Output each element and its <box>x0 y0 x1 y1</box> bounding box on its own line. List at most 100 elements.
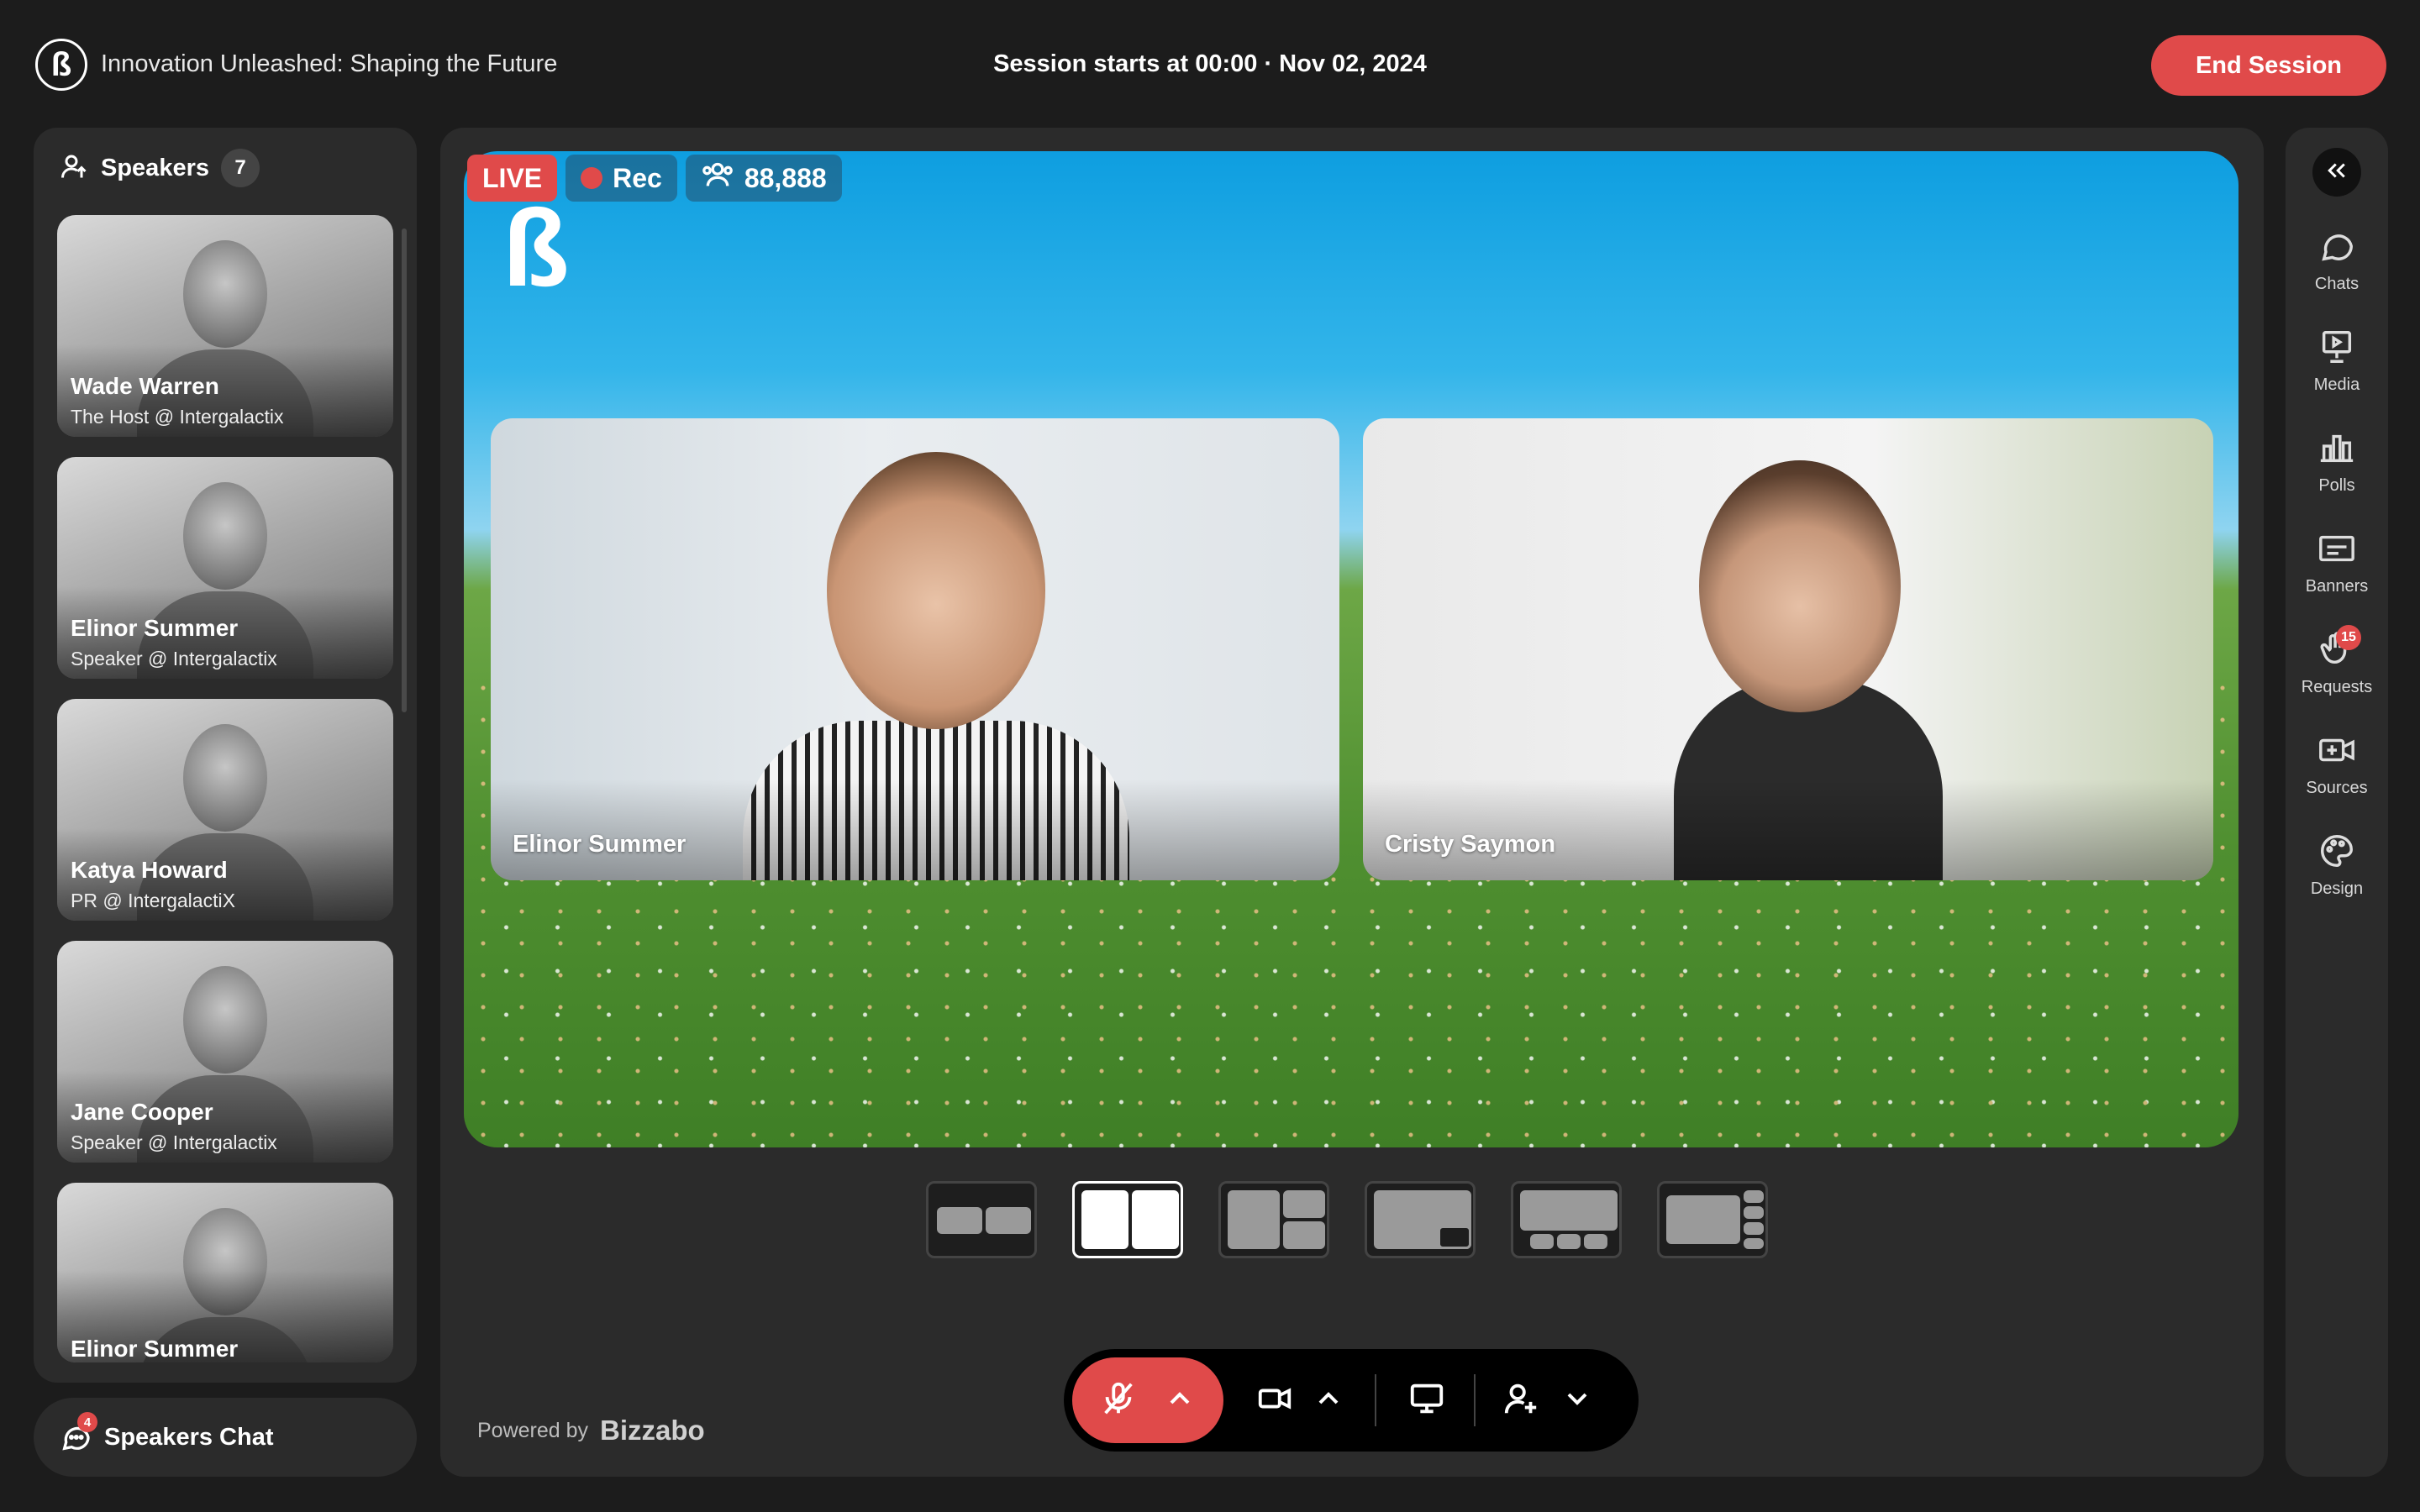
stage-brand-logo: ß <box>502 186 570 309</box>
layout-block <box>1081 1190 1128 1249</box>
layout-block <box>1132 1190 1179 1249</box>
powered-by-brand: Bizzabo <box>600 1415 705 1446</box>
layout-option-picture-in-picture[interactable] <box>1365 1181 1476 1258</box>
recording-label: Rec <box>613 162 662 193</box>
event-title: Innovation Unleashed: Shaping the Future <box>101 50 558 77</box>
speakers-title: Speakers <box>101 154 209 181</box>
share-screen-button[interactable] <box>1403 1357 1450 1443</box>
chat-unread-badge: 4 <box>77 1412 97 1432</box>
layout-option-spotlight-side[interactable] <box>1657 1181 1768 1258</box>
record-dot-icon <box>581 167 603 189</box>
users-icon <box>701 158 734 198</box>
camera-options[interactable] <box>1307 1357 1349 1443</box>
layout-block <box>986 1207 1031 1234</box>
tile-shade <box>1363 780 2213 880</box>
rail-item-sources[interactable]: Sources <box>2286 731 2388 798</box>
viewer-count: 88,888 <box>744 162 827 193</box>
speaker-name: Elinor Summer <box>71 1336 239 1362</box>
requests-badge: 15 <box>2336 625 2361 650</box>
participant-video-face <box>827 452 1045 729</box>
speaker-role: The Host @ Intergalactix <box>71 406 284 428</box>
video-camera-icon <box>1255 1379 1294 1422</box>
speaker-photo <box>183 966 267 1074</box>
rail-item-label: Requests <box>2301 678 2373 696</box>
speaker-role: Speaker @ Intergalactix <box>71 1131 277 1153</box>
rail-item-chats[interactable]: Chats <box>2286 227 2388 294</box>
control-separator <box>1474 1374 1476 1426</box>
layout-block <box>1666 1195 1740 1244</box>
layout-block <box>1228 1190 1280 1249</box>
layout-block <box>1744 1222 1764 1235</box>
rail-item-label: Sources <box>2306 779 2368 797</box>
chevron-up-icon <box>1312 1382 1345 1420</box>
speaker-name: Jane Cooper <box>71 1099 213 1125</box>
rail-item-design[interactable]: Design <box>2286 832 2388 899</box>
speaker-photo <box>183 240 267 348</box>
invite-options[interactable] <box>1556 1357 1598 1443</box>
app-logo: ß <box>35 39 87 91</box>
layout-block <box>1744 1206 1764 1219</box>
speaker-card[interactable]: Katya Howard PR @ IntergalactiX <box>57 699 393 921</box>
bar-chart-icon <box>2317 428 2356 471</box>
rail-item-media[interactable]: Media <box>2286 328 2388 395</box>
live-badge: LIVE <box>467 155 558 202</box>
viewer-count-badge: 88,888 <box>685 155 842 202</box>
layout-option-side-by-side-small[interactable] <box>926 1181 1037 1258</box>
speaker-card[interactable]: Wade Warren The Host @ Intergalactix <box>57 215 393 437</box>
rail-item-label: Design <box>2310 879 2364 898</box>
layout-option-spotlight-bottom[interactable] <box>1511 1181 1622 1258</box>
add-user-icon <box>1502 1379 1540 1422</box>
rail-item-label: Polls <box>2318 476 2355 495</box>
participant-video-face <box>1699 460 1901 712</box>
rail-item-label: Banners <box>2305 577 2369 596</box>
end-session-button[interactable]: End Session <box>2151 35 2386 96</box>
microphone-control <box>1072 1357 1223 1443</box>
chat-bubble-icon <box>2317 227 2356 270</box>
recording-badge: Rec <box>566 155 677 202</box>
speaker-name: Katya Howard <box>71 857 228 883</box>
participant-name: Cristy Saymon <box>1385 831 1556 858</box>
layout-block <box>1530 1234 1554 1249</box>
invite-user-button[interactable] <box>1497 1357 1544 1443</box>
speaker-role: Speaker @ Intergalactix <box>71 648 277 669</box>
speakers-scrollbar[interactable] <box>402 228 407 712</box>
speakers-header: Speakers 7 <box>59 148 260 188</box>
tile-shade <box>491 780 1339 880</box>
speaker-name: Elinor Summer <box>71 615 239 641</box>
speaker-role: PR @ IntergalactiX <box>71 890 235 911</box>
chevrons-left-icon <box>2324 158 2349 187</box>
camera-toggle[interactable] <box>1252 1357 1297 1443</box>
palette-icon <box>2317 832 2356 874</box>
speaker-card[interactable]: Elinor Summer Speaker @ Intergalactix <box>57 457 393 679</box>
speaker-card[interactable]: Jane Cooper Speaker @ Intergalactix <box>57 941 393 1163</box>
layout-option-one-plus-two[interactable] <box>1218 1181 1329 1258</box>
participant-name: Elinor Summer <box>513 831 687 858</box>
rail-item-label: Media <box>2313 375 2360 394</box>
layout-block <box>1520 1190 1618 1231</box>
control-separator <box>1375 1374 1376 1426</box>
video-add-icon <box>2317 731 2356 774</box>
layout-block <box>1283 1190 1325 1218</box>
chevron-down-icon <box>1560 1382 1594 1420</box>
layout-block <box>1744 1190 1764 1203</box>
chat-icon: 4 <box>59 1412 97 1454</box>
rail-item-banners[interactable]: Banners <box>2286 529 2388 596</box>
collapse-rail-button[interactable] <box>2312 148 2361 197</box>
speaker-card[interactable]: Elinor Summer <box>57 1183 393 1362</box>
speaker-photo <box>183 482 267 590</box>
participant-video-tile[interactable]: Elinor Summer <box>491 418 1339 880</box>
rail-item-polls[interactable]: Polls <box>2286 428 2388 496</box>
powered-by: Powered by Bizzabo <box>477 1415 705 1446</box>
layout-option-side-by-side[interactable] <box>1072 1181 1183 1258</box>
mic-muted-icon[interactable] <box>1099 1379 1138 1422</box>
speaker-name: Wade Warren <box>71 373 219 399</box>
chevron-up-icon[interactable] <box>1163 1382 1197 1420</box>
speakers-chat-button[interactable]: 4 Speakers Chat <box>34 1398 417 1477</box>
stream-status-bar: LIVE Rec 88,888 <box>467 155 842 202</box>
speakers-count-badge: 7 <box>221 149 260 187</box>
rail-item-requests[interactable]: 15 Requests <box>2286 625 2388 697</box>
speakers-chat-label: Speakers Chat <box>104 1423 274 1451</box>
layout-block <box>1584 1234 1607 1249</box>
raised-hand-icon: 15 <box>2317 625 2361 673</box>
participant-video-tile[interactable]: Cristy Saymon <box>1363 418 2213 880</box>
